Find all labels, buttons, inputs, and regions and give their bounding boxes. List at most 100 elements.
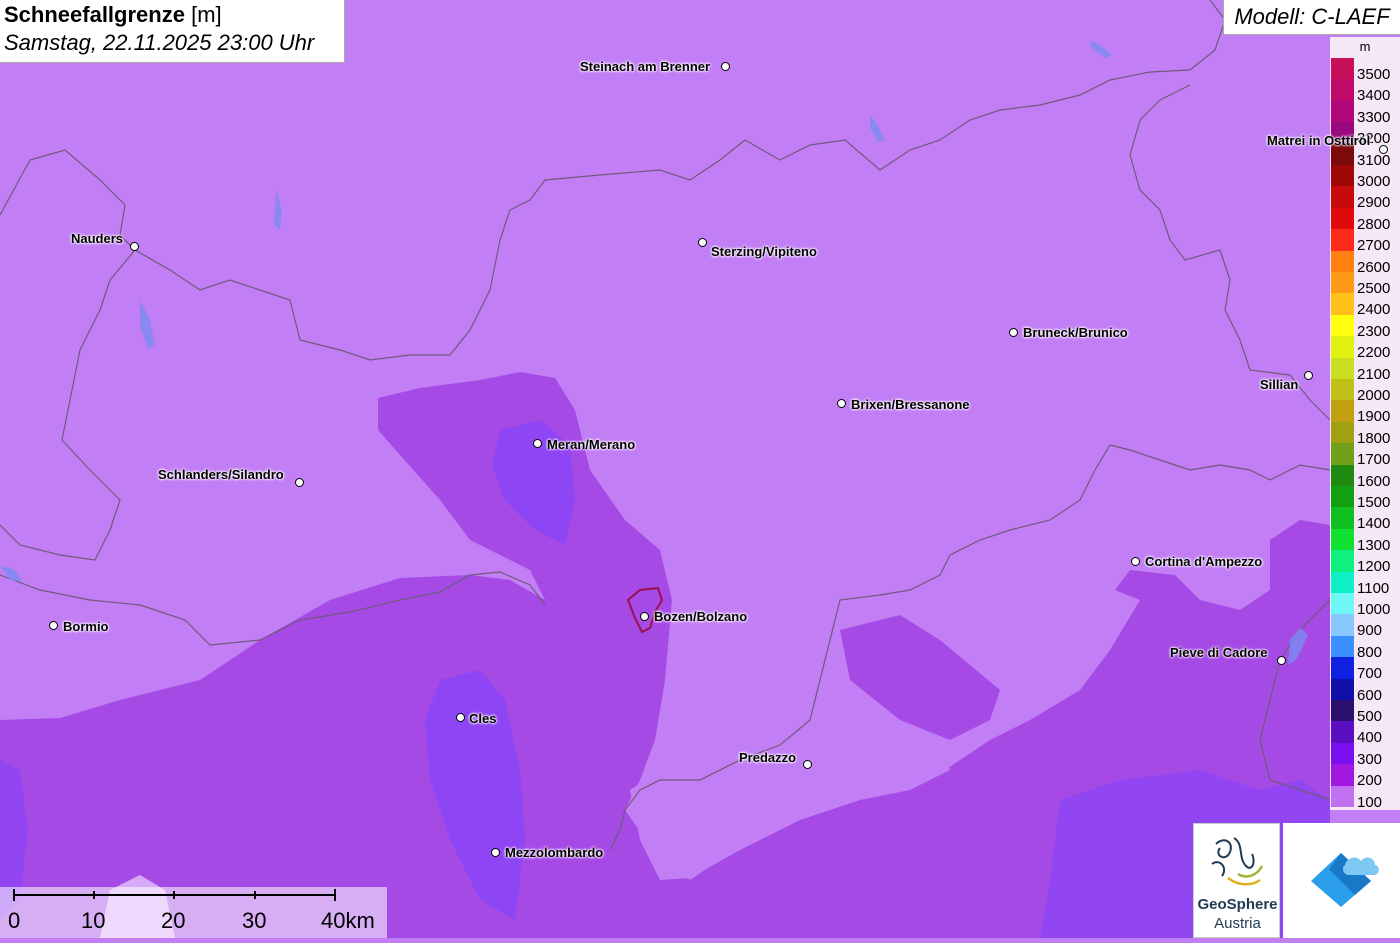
legend-swatch — [1331, 678, 1354, 700]
place-marker-icon[interactable] — [1379, 145, 1388, 154]
place-label[interactable]: Schlanders/Silandro — [158, 467, 284, 482]
legend-row: 3500 — [1331, 58, 1400, 82]
legend-swatch — [1331, 421, 1354, 444]
legend-row: 2300 — [1331, 314, 1400, 339]
legend-row: 3000 — [1331, 165, 1400, 189]
place-marker-icon[interactable] — [1009, 328, 1018, 337]
legend-row: 2500 — [1331, 272, 1400, 296]
legend-swatch — [1331, 357, 1354, 379]
legend-swatch — [1331, 379, 1354, 401]
legend-swatch — [1331, 250, 1354, 272]
legend-swatch — [1331, 400, 1354, 422]
model-label: Modell: C-LAEF — [1223, 0, 1400, 35]
legend-row: 2700 — [1331, 229, 1400, 253]
legend-row: 2600 — [1331, 250, 1400, 275]
place-label[interactable]: Sillian — [1260, 377, 1298, 392]
legend-row: 1600 — [1331, 464, 1400, 489]
place-label[interactable]: Brixen/Bressanone — [851, 397, 970, 412]
legend-swatch — [1331, 507, 1354, 529]
place-label[interactable]: Cortina d'Ampezzo — [1145, 554, 1262, 569]
place-label[interactable]: Sterzing/Vipiteno — [711, 244, 817, 259]
legend-swatch — [1331, 314, 1354, 337]
legend-swatch — [1331, 593, 1354, 615]
place-marker-icon[interactable] — [456, 713, 465, 722]
geosphere-austria-logo[interactable]: GeoSphere Austria — [1193, 823, 1280, 938]
legend-row: 2000 — [1331, 379, 1400, 403]
logo-text: Austria — [1214, 915, 1261, 932]
geosphere-emblem-icon — [1211, 837, 1264, 886]
legend-row: 2200 — [1331, 336, 1400, 360]
legend-unit: m — [1359, 39, 1371, 54]
legend-row: 1700 — [1331, 443, 1400, 467]
weather-app-logo[interactable] — [1283, 823, 1400, 938]
legend-swatch — [1331, 742, 1354, 765]
place-label[interactable]: Steinach am Brenner — [580, 59, 710, 74]
place-marker-icon[interactable] — [640, 612, 649, 621]
legend-swatch — [1331, 186, 1354, 208]
legend-swatch — [1331, 721, 1354, 743]
legend-swatch — [1331, 785, 1354, 807]
legend-row: 1200 — [1331, 550, 1400, 574]
place-marker-icon[interactable] — [837, 399, 846, 408]
place-marker-icon[interactable] — [1277, 656, 1286, 665]
color-legend: m 3500 3400 3300 3200 3100 3000 2900 2800 2700 26… — [1330, 37, 1400, 810]
place-marker-icon[interactable] — [803, 760, 812, 769]
scale-label: 0 — [8, 908, 21, 933]
legend-row: 1800 — [1331, 421, 1400, 446]
place-marker-icon[interactable] — [491, 848, 500, 857]
place-label[interactable]: Bozen/Bolzano — [654, 609, 747, 624]
legend-swatch — [1331, 207, 1354, 230]
legend-row: 300 — [1331, 742, 1400, 767]
legend-row: 3400 — [1331, 79, 1400, 103]
legend-swatch — [1331, 464, 1354, 486]
legend-row: 1900 — [1331, 400, 1400, 424]
legend-swatch — [1331, 486, 1354, 508]
legend-row: 2900 — [1331, 186, 1400, 210]
place-label[interactable]: Nauders — [71, 231, 123, 246]
legend-row: 2400 — [1331, 293, 1400, 317]
place-label[interactable]: Matrei in Osttirol — [1267, 133, 1370, 148]
map-title-box: Schneefallgrenze [m] Samstag, 22.11.2025… — [0, 0, 345, 63]
legend-row: 200 — [1331, 764, 1400, 788]
legend-row: 2100 — [1331, 357, 1400, 382]
legend-swatch — [1331, 550, 1354, 572]
scale-label: 20 — [161, 908, 186, 933]
legend-row: 1400 — [1331, 507, 1400, 531]
legend-swatch — [1331, 571, 1354, 593]
legend-row: 400 — [1331, 721, 1400, 745]
weather-app-icon — [1311, 853, 1379, 907]
legend-row: 1300 — [1331, 528, 1400, 553]
scale-label: 30 — [242, 908, 267, 933]
place-label[interactable]: Bruneck/Brunico — [1023, 325, 1128, 340]
legend-label: 100 — [1357, 793, 1383, 811]
place-label[interactable]: Bormio — [63, 619, 109, 634]
place-marker-icon[interactable] — [1304, 371, 1313, 380]
place-marker-icon[interactable] — [295, 478, 304, 487]
place-marker-icon[interactable] — [698, 238, 707, 247]
scale-label: 10 — [81, 908, 106, 933]
legend-swatch — [1331, 272, 1354, 294]
legend-swatch — [1331, 528, 1354, 551]
legend-swatch — [1331, 700, 1354, 722]
place-marker-icon[interactable] — [1131, 557, 1140, 566]
place-label[interactable]: Mezzolombardo — [505, 845, 603, 860]
place-label[interactable]: Cles — [469, 711, 496, 726]
legend-swatch — [1331, 614, 1354, 636]
legend-row: 900 — [1331, 614, 1400, 638]
place-marker-icon[interactable] — [533, 439, 542, 448]
place-label[interactable]: Pieve di Cadore — [1170, 645, 1268, 660]
legend-row: 500 — [1331, 700, 1400, 724]
scale-bar: 0 10 20 30 40km — [0, 887, 387, 938]
scale-label: 40km — [321, 908, 375, 933]
legend-row: 2800 — [1331, 207, 1400, 232]
parameter-name: Schneefallgrenze — [4, 2, 185, 27]
legend-row: 1500 — [1331, 486, 1400, 510]
place-marker-icon[interactable] — [130, 242, 139, 251]
place-marker-icon[interactable] — [49, 621, 58, 630]
place-label[interactable]: Meran/Merano — [547, 437, 635, 452]
map-title: Schneefallgrenze [m] — [4, 2, 340, 28]
parameter-unit: [m] — [191, 2, 222, 27]
place-marker-icon[interactable] — [721, 62, 730, 71]
place-label[interactable]: Predazzo — [739, 750, 796, 765]
legend-swatch — [1331, 336, 1354, 358]
